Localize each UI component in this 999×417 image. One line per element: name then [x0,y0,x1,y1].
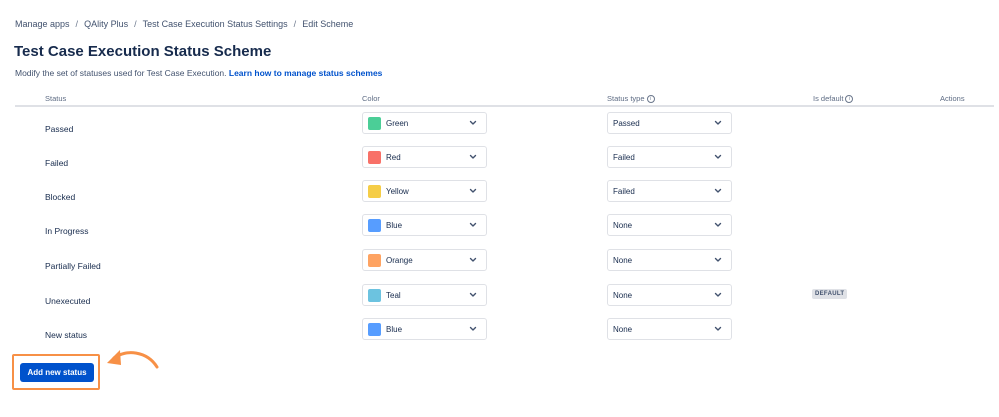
add-new-status-button[interactable]: Add new status [20,363,94,382]
status-type-select[interactable]: None [607,284,732,306]
status-type-select[interactable]: None [607,214,732,236]
table-row: Passed Green Passed [15,112,994,146]
status-type-select[interactable]: None [607,249,732,271]
chevron-down-icon [469,292,477,297]
breadcrumb-qality-plus[interactable]: QAlity Plus [84,19,128,29]
chevron-down-icon [469,120,477,125]
color-select-value: Orange [386,255,413,265]
status-name[interactable]: Blocked [45,192,75,202]
color-swatch [368,253,381,267]
table-row: Blocked Yellow Failed [15,180,994,214]
table-row: Unexecuted Teal None DEFAULT [15,284,994,318]
manage-schemes-link[interactable]: Learn how to manage status schemes [229,68,383,78]
breadcrumb-manage-apps[interactable]: Manage apps [15,19,70,29]
status-name[interactable]: Passed [45,124,73,134]
color-select[interactable]: Teal [362,284,487,306]
breadcrumb-status-settings[interactable]: Test Case Execution Status Settings [143,19,288,29]
color-swatch [368,184,381,198]
status-name[interactable]: Failed [45,158,68,168]
status-type-value: None [613,290,633,300]
table-row: In Progress Blue None [15,214,994,248]
color-select-value: Blue [386,220,403,230]
table-row: New status Blue None [15,318,994,352]
description-text: Modify the set of statuses used for Test… [15,68,227,78]
default-badge: DEFAULT [812,289,848,299]
breadcrumb-separator: / [75,19,79,29]
color-select[interactable]: Green [362,112,487,134]
color-select-value: Teal [386,290,401,300]
header-is-default: Is default [813,94,854,103]
status-type-select[interactable]: Failed [607,180,732,202]
chevron-down-icon [714,154,722,159]
chevron-down-icon [714,326,722,331]
color-swatch [368,288,381,302]
status-type-value: Failed [613,186,635,196]
status-type-select[interactable]: Passed [607,112,732,134]
info-icon[interactable] [646,95,655,103]
info-icon[interactable] [845,95,854,103]
color-select[interactable]: Orange [362,249,487,271]
pointer-arrow-icon [107,350,159,369]
chevron-down-icon [714,188,722,193]
status-type-value: None [613,324,633,334]
chevron-down-icon [469,222,477,227]
chevron-down-icon [469,188,477,193]
header-actions: Actions [940,94,965,103]
table-row: Partially Failed Orange None [15,249,994,283]
header-status-type-label: Status type [607,94,645,103]
color-swatch [368,218,381,232]
color-select-value: Blue [386,324,403,334]
header-is-default-label: Is default [813,94,844,103]
status-name[interactable]: In Progress [45,226,88,236]
breadcrumb-separator: / [293,19,297,29]
breadcrumb-edit-scheme[interactable]: Edit Scheme [302,19,353,29]
header-status: Status [45,94,67,103]
color-select[interactable]: Yellow [362,180,487,202]
chevron-down-icon [469,257,477,262]
chevron-down-icon [469,326,477,331]
color-swatch [368,322,381,336]
table-row: Failed Red Failed [15,146,994,180]
color-swatch [368,150,381,164]
status-type-select[interactable]: Failed [607,146,732,168]
chevron-down-icon [469,154,477,159]
breadcrumb-separator: / [134,19,137,29]
status-type-select[interactable]: None [607,318,732,340]
table-header: Status Color Status type Is default Acti… [15,92,994,107]
status-type-value: Failed [613,152,635,162]
add-button-highlight: Add new status [12,354,100,390]
breadcrumb: Manage apps / QAlity Plus / Test Case Ex… [15,19,353,29]
color-select-value: Green [386,118,409,128]
color-select[interactable]: Red [362,146,487,168]
page-description: Modify the set of statuses used for Test… [15,68,382,78]
status-type-value: None [613,255,633,265]
color-select[interactable]: Blue [362,214,487,236]
chevron-down-icon [714,257,722,262]
page-title: Test Case Execution Status Scheme [14,43,272,60]
status-name[interactable]: New status [45,330,87,340]
color-select-value: Yellow [386,186,409,196]
chevron-down-icon [714,120,722,125]
color-swatch [368,116,381,130]
status-type-value: Passed [613,118,640,128]
header-color: Color [362,94,380,103]
chevron-down-icon [714,222,722,227]
status-name[interactable]: Unexecuted [45,296,90,306]
status-type-value: None [613,220,633,230]
header-status-type: Status type [607,94,655,103]
status-name[interactable]: Partially Failed [45,261,101,271]
color-select[interactable]: Blue [362,318,487,340]
chevron-down-icon [714,292,722,297]
color-select-value: Red [386,152,401,162]
